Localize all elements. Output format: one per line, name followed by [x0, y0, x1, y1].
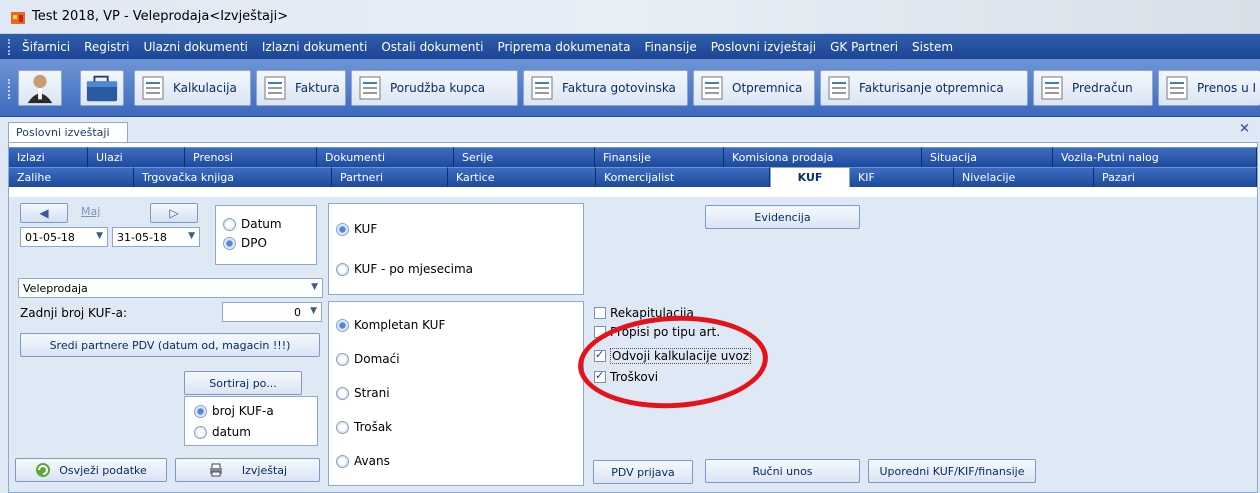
menu-bar: Šifarnici Registri Ulazni dokumenti Izla… [0, 34, 1260, 59]
toolbar: Kalkulacija Faktura Porudžba kupca Faktu… [0, 59, 1260, 117]
tab-komisiona-prodaja[interactable]: Komisiona prodaja [724, 147, 922, 167]
radio-dpo[interactable]: DPO [223, 236, 267, 250]
tab-komercijalist[interactable]: Komercijalist [596, 167, 770, 187]
last-kuf-stepper[interactable]: 0 ▼ [222, 302, 322, 322]
kalkulacija-button[interactable]: Kalkulacija [134, 70, 251, 106]
faktura-button[interactable]: Faktura [256, 70, 346, 106]
chevron-down-icon: ▼ [188, 231, 195, 241]
date-to-field[interactable]: 31-05-18 ▼ [112, 227, 200, 247]
tab-izlazi[interactable]: Izlazi [9, 147, 88, 167]
app-icon [11, 12, 25, 24]
date-mode-group [215, 205, 317, 265]
tab-finansije[interactable]: Finansije [595, 147, 724, 167]
tab-trgovacka-knjiga[interactable]: Trgovačka knjiga [134, 167, 332, 187]
chevron-down-icon: ▼ [310, 306, 317, 316]
radio-broj-kuf[interactable]: broj KUF-a [194, 404, 274, 418]
briefcase-icon[interactable] [80, 70, 124, 106]
refresh-icon [36, 463, 51, 477]
radio-strani[interactable]: Strani [336, 386, 390, 400]
toolbar-grip-icon[interactable] [8, 79, 12, 99]
document-tab[interactable]: Poslovni izveštaji [8, 122, 128, 142]
tab-row-1: Izlazi Ulazi Prenosi Dokumenti Serije Fi… [9, 147, 1257, 167]
menu-registri[interactable]: Registri [84, 40, 129, 54]
tab-prenosi[interactable]: Prenosi [185, 147, 317, 167]
sredi-partnere-button[interactable]: Sredi partnere PDV (datum od, magacin !!… [20, 333, 320, 357]
evidencija-button[interactable]: Evidencija [705, 205, 860, 229]
radio-kuf[interactable]: KUF [336, 222, 377, 236]
tab-vozila-putni-nalog[interactable]: Vozila-Putni nalog [1053, 147, 1257, 167]
pdv-prijava-button[interactable]: PDV prijava [593, 460, 693, 484]
document-icon [1041, 76, 1063, 100]
porudzba-kupca-button[interactable]: Porudžba kupca [351, 70, 518, 106]
document-icon [828, 76, 850, 100]
title-bar: Test 2018, VP - Veleprodaja<Izvještaji> [0, 0, 1260, 34]
user-icon[interactable] [18, 70, 62, 106]
kuf-mode-group [328, 203, 584, 295]
window-title: Test 2018, VP - Veleprodaja<Izvještaji> [32, 9, 289, 24]
menu-ulazni-dokumenti[interactable]: Ulazni dokumenti [143, 40, 247, 54]
tab-zalihe[interactable]: Zalihe [9, 167, 134, 187]
document-icon [531, 76, 553, 100]
menu-gk-partneri[interactable]: GK Partneri [830, 40, 898, 54]
tab-pazari[interactable]: Pazari [1094, 167, 1257, 187]
predracun-button[interactable]: Predračun [1033, 70, 1153, 106]
document-icon [142, 76, 164, 100]
menu-izlazni-dokumenti[interactable]: Izlazni dokumenti [262, 40, 367, 54]
radio-datum[interactable]: Datum [223, 217, 282, 231]
radio-domaci[interactable]: Domaći [336, 352, 400, 366]
tab-serije[interactable]: Serije [454, 147, 595, 167]
warehouse-select[interactable]: Veleprodaja ▼ [18, 278, 323, 298]
tab-ulazi[interactable]: Ulazi [88, 147, 185, 167]
menu-poslovni-izvjestaji[interactable]: Poslovni izvještaji [711, 40, 816, 54]
tab-nivelacije[interactable]: Nivelacije [954, 167, 1094, 187]
menu-grip-icon[interactable] [8, 38, 12, 55]
radio-avans[interactable]: Avans [336, 454, 390, 468]
tab-kartice[interactable]: Kartice [448, 167, 596, 187]
tab-dokumenti[interactable]: Dokumenti [317, 147, 454, 167]
tab-partneri[interactable]: Partneri [332, 167, 448, 187]
document-icon [1166, 76, 1188, 100]
fakturisanje-otpremnica-button[interactable]: Fakturisanje otpremnica [820, 70, 1028, 106]
menu-finansije[interactable]: Finansije [645, 40, 697, 54]
document-icon [701, 76, 723, 100]
tab-situacija[interactable]: Situacija [922, 147, 1053, 167]
prenos-button[interactable]: Prenos u I [1158, 70, 1260, 106]
izvjestaj-button[interactable]: Izvještaj [175, 458, 320, 482]
chevron-down-icon: ▼ [311, 282, 318, 292]
sort-header: Sortiraj po... [184, 371, 302, 395]
tab-kif[interactable]: KIF [850, 167, 954, 187]
otpremnica-button[interactable]: Otpremnica [693, 70, 815, 106]
next-month-button[interactable]: ▷ [150, 203, 198, 223]
tab-row-2: Zalihe Trgovačka knjiga Partneri Kartice… [9, 167, 1257, 187]
osvjezi-podatke-button[interactable]: Osvježi podatke [15, 458, 167, 482]
menu-priprema-dokumenata[interactable]: Priprema dokumenata [497, 40, 630, 54]
tab-kuf[interactable]: KUF [770, 167, 850, 187]
uporedni-kuf-kif-button[interactable]: Uporedni KUF/KIF/finansije [868, 459, 1036, 483]
prev-month-button[interactable]: ◀ [20, 203, 68, 223]
last-kuf-label: Zadnji broj KUF-a: [20, 306, 128, 320]
radio-kompletan-kuf[interactable]: Kompletan KUF [336, 318, 445, 332]
faktura-gotovinska-button[interactable]: Faktura gotovinska [523, 70, 688, 106]
printer-icon [209, 463, 222, 477]
rucni-unos-button[interactable]: Ručni unos [705, 459, 860, 483]
menu-sifarnici[interactable]: Šifarnici [22, 40, 70, 54]
menu-ostali-dokumenti[interactable]: Ostali dokumenti [381, 40, 483, 54]
radio-trosak[interactable]: Trošak [336, 420, 392, 434]
radio-datum-sort[interactable]: datum [194, 425, 251, 439]
document-icon [264, 76, 286, 100]
radio-kuf-po-mjesecima[interactable]: KUF - po mjesecima [336, 262, 473, 276]
close-icon[interactable]: × [1239, 121, 1250, 136]
document-icon [359, 76, 381, 100]
chevron-down-icon: ▼ [96, 231, 103, 241]
date-from-field[interactable]: 01-05-18 ▼ [20, 227, 108, 247]
month-label: Maj [81, 205, 101, 218]
menu-sistem[interactable]: Sistem [912, 40, 953, 54]
